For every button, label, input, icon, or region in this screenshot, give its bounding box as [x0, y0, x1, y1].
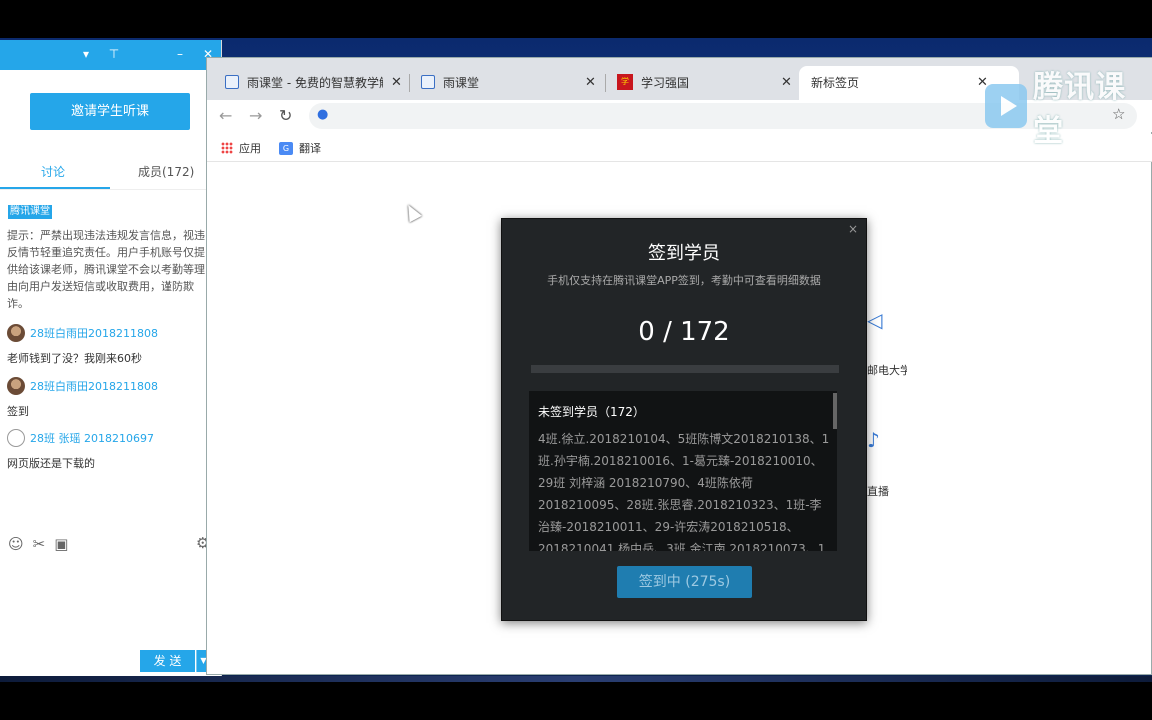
signin-progress-bar	[531, 365, 839, 373]
bookmark-translate[interactable]: G 翻译	[279, 140, 321, 156]
close-tab-icon[interactable]: ✕	[781, 75, 792, 90]
sender-name[interactable]: 28班白雨田2018211808	[30, 378, 158, 394]
bookmark-label: 翻译	[299, 142, 321, 155]
emoji-icon[interactable]: ☺	[8, 535, 24, 553]
student-names: 4班.徐立.2018210104、5班陈博文2018210138、1班.孙宇楠.…	[538, 432, 830, 551]
list-scrollbar[interactable]	[833, 393, 837, 429]
reload-icon[interactable]: ↻	[279, 106, 292, 125]
send-button[interactable]: 发 送	[140, 650, 195, 672]
tab-title: 新标签页	[811, 75, 860, 90]
message-text: 签到	[7, 405, 29, 418]
back-icon[interactable]: ←	[219, 106, 232, 125]
bookmark-label: 应用	[239, 142, 261, 155]
chat-notice: 提示：严禁出现违法违规发言信息，视违反情节轻重追究责任。用户手机账号仅提供给该课…	[7, 229, 205, 309]
active-tab-indicator	[0, 187, 110, 189]
close-icon[interactable]: ×	[848, 222, 858, 236]
watermark-text: 腾讯课堂	[1033, 70, 1127, 149]
shortcut-label[interactable]: 直播	[867, 483, 889, 499]
invite-students-button[interactable]: 邀请学生听课	[30, 93, 190, 130]
pin-icon[interactable]: ⊤	[106, 46, 122, 62]
tab-title: 雨课堂	[443, 75, 480, 90]
desktop-bottom-strip	[0, 676, 1152, 682]
translate-icon: G	[279, 141, 293, 155]
close-tab-icon[interactable]: ✕	[391, 75, 402, 90]
browser-tab-active[interactable]: 新标签页 ✕	[811, 70, 1011, 94]
apps-grid-icon	[221, 142, 233, 154]
avatar[interactable]	[7, 377, 25, 395]
message-sender[interactable]: 28班白雨田2018211808	[7, 377, 158, 395]
signin-in-progress-button[interactable]: 签到中 (275s)	[617, 566, 752, 598]
rain-classroom-icon	[225, 75, 239, 89]
baidu-paw-icon: ●	[317, 107, 329, 122]
image-icon[interactable]: ▣	[54, 535, 68, 553]
minimize-icon[interactable]: –	[172, 46, 188, 62]
play-logo-icon	[985, 84, 1028, 128]
signin-modal: × 签到学员 手机仅支持在腾讯课堂APP签到，考勤中可查看明细数据 0 / 17…	[501, 218, 867, 621]
tencent-classroom-badge: 腾讯课堂	[8, 205, 52, 219]
forward-icon[interactable]: →	[249, 106, 262, 125]
shortcut-label[interactable]: 邮电大学	[867, 362, 907, 378]
avatar[interactable]	[7, 429, 25, 447]
avatar[interactable]	[7, 324, 25, 342]
tab-discussion[interactable]: 讨论	[41, 163, 65, 180]
bookmark-apps[interactable]: 应用	[221, 140, 261, 156]
message-sender[interactable]: 28班 张瑶 2018210697	[7, 429, 154, 447]
modal-title: 签到学员	[648, 243, 720, 264]
xuexi-qiangguo-icon: 学	[617, 74, 633, 90]
message-sender[interactable]: 28班白雨田2018211808	[7, 324, 158, 342]
rain-classroom-icon	[421, 75, 435, 89]
chat-tabs: 讨论 成员(172)	[0, 156, 222, 190]
tab-members[interactable]: 成员(172)	[138, 163, 194, 180]
screen: ▾ ⊤ – ✕ 邀请学生听课 讨论 成员(172) 腾讯课堂 提示：严禁出现违法…	[0, 0, 1152, 720]
list-title: 未签到学员（172）	[538, 405, 645, 419]
shortcut-icon[interactable]: ◁	[867, 308, 882, 332]
message-text: 网页版还是下载的	[7, 457, 95, 470]
tab-separator	[605, 74, 606, 92]
tab-title: 雨课堂 - 免费的智慧教学解	[247, 75, 383, 90]
panel-titlebar: ▾ ⊤ – ✕	[0, 40, 221, 70]
chat-toolbar: ☺ ✂ ▣	[8, 535, 68, 553]
tencent-classroom-watermark: 腾讯课堂	[985, 62, 1152, 150]
browser-tab[interactable]: 雨课堂 - 免费的智慧教学解 ✕	[225, 70, 405, 94]
sender-name[interactable]: 28班白雨田2018211808	[30, 325, 158, 341]
browser-tab[interactable]: 雨课堂 ✕	[421, 70, 601, 94]
tab-title: 学习强国	[641, 75, 690, 90]
classroom-chat-panel: ▾ ⊤ – ✕ 邀请学生听课 讨论 成员(172) 腾讯课堂 提示：严禁出现违法…	[0, 40, 222, 678]
close-tab-icon[interactable]: ✕	[585, 75, 596, 90]
tab-separator	[409, 74, 410, 92]
chevron-down-icon[interactable]: ▾	[78, 46, 94, 62]
message-text: 老师钱到了没？我刚来60秒	[7, 352, 142, 365]
modal-subtitle: 手机仅支持在腾讯课堂APP签到，考勤中可查看明细数据	[547, 274, 821, 287]
unsigned-students-list[interactable]: 未签到学员（172） 4班.徐立.2018210104、5班陈博文2018210…	[529, 391, 837, 551]
sender-name[interactable]: 28班 张瑶 2018210697	[30, 430, 154, 446]
scissors-icon[interactable]: ✂	[33, 535, 46, 553]
music-shortcut-icon[interactable]: ♪	[867, 428, 880, 452]
signin-count: 0 / 172	[638, 317, 730, 347]
browser-tab[interactable]: 学 学习强国 ✕	[617, 70, 797, 94]
